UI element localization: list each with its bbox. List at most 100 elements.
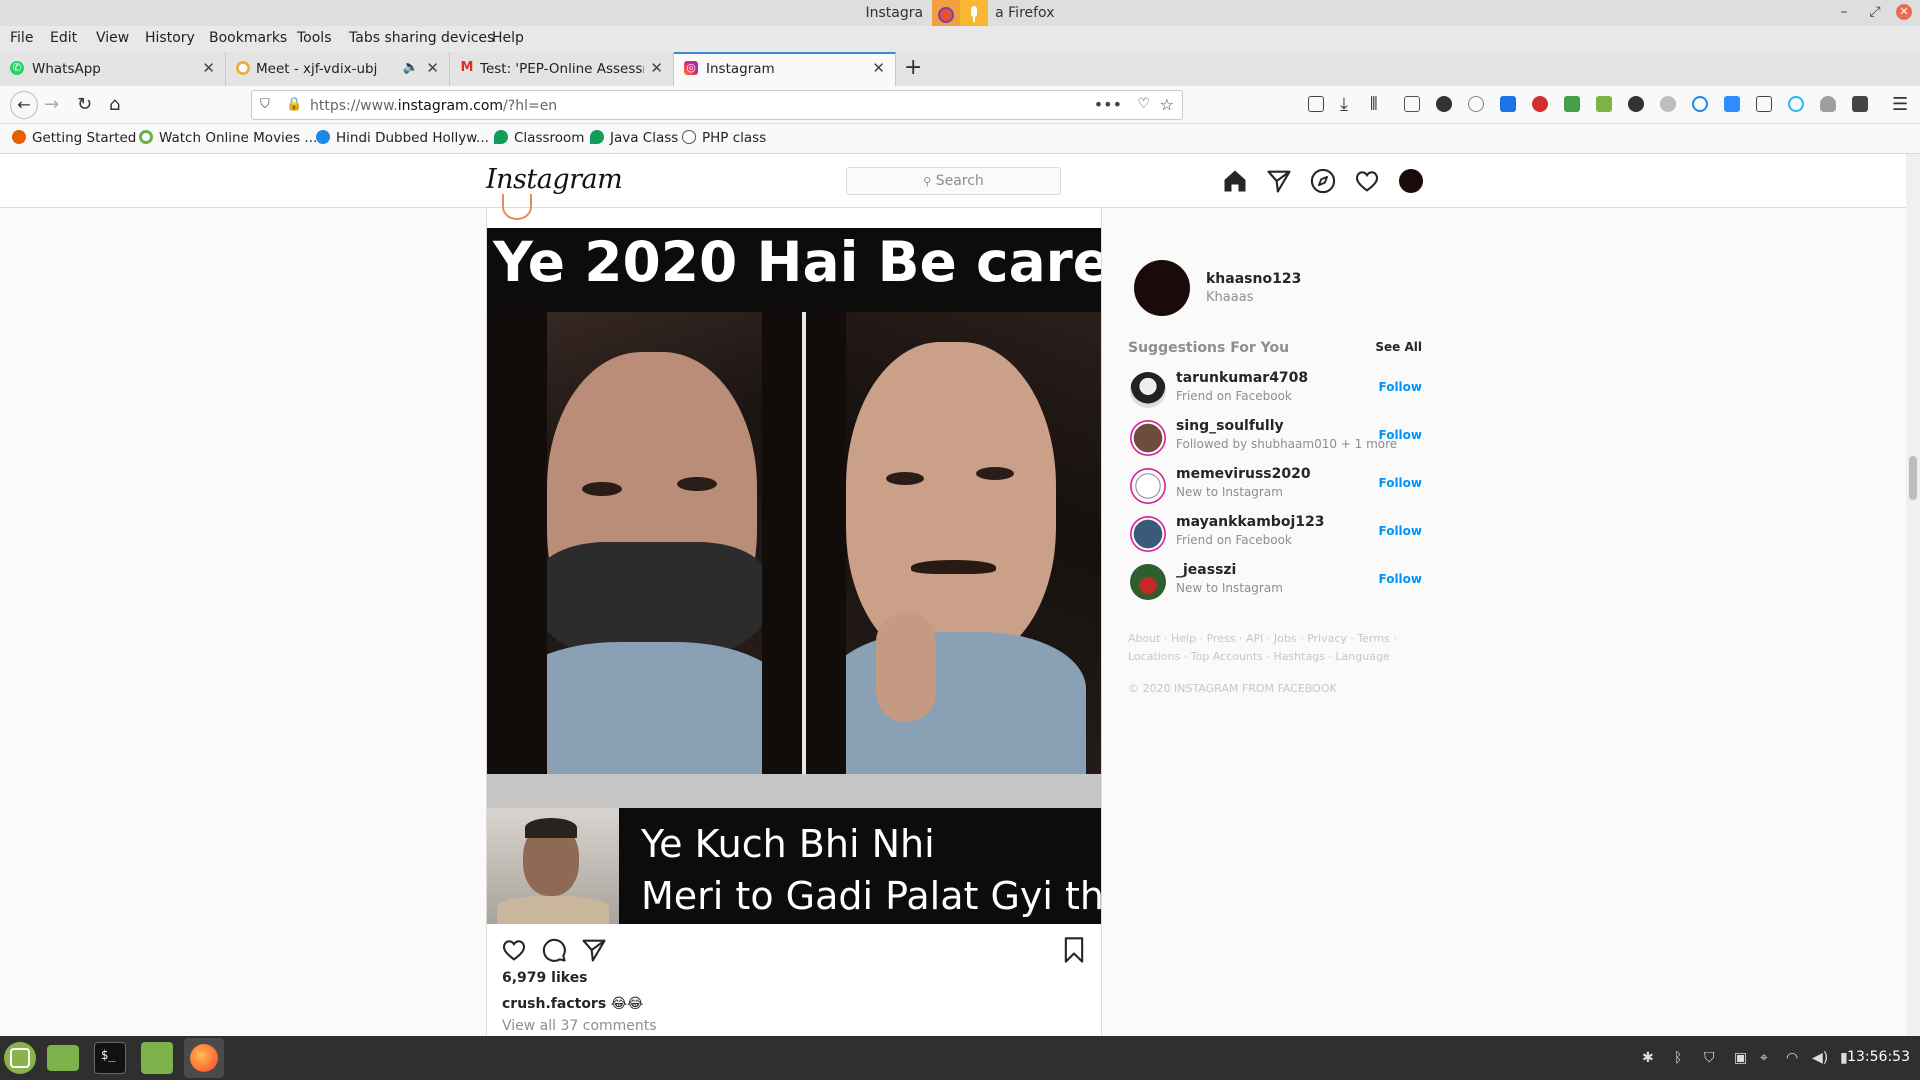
extension-dark-icon[interactable] — [1628, 96, 1644, 112]
bookmark-watch-online-movies[interactable]: Watch Online Movies ... — [139, 130, 317, 146]
close-tab-icon[interactable]: ✕ — [650, 59, 663, 77]
suggestion-username[interactable]: mayankkamboj123 — [1176, 514, 1324, 530]
instagram-logo[interactable]: Instagram — [486, 164, 623, 195]
follow-button[interactable]: Follow — [1378, 524, 1422, 538]
page-scrollbar[interactable] — [1906, 154, 1920, 1036]
menu-tools[interactable]: Tools — [297, 30, 332, 46]
close-window-icon[interactable]: ✕ — [1896, 4, 1912, 20]
post-author-avatar[interactable] — [502, 194, 532, 220]
scrollbar-thumb[interactable] — [1909, 456, 1917, 500]
menu-view[interactable]: View — [96, 30, 129, 46]
suggestion-username[interactable]: sing_soulfully — [1176, 418, 1284, 434]
suggestion-username[interactable]: memeviruss2020 — [1176, 466, 1311, 482]
close-tab-icon[interactable]: ✕ — [202, 59, 215, 77]
extension-1-icon[interactable] — [1436, 96, 1452, 112]
profile-avatar[interactable] — [1134, 260, 1190, 316]
bluetooth-icon[interactable]: ᛒ — [1674, 1050, 1682, 1066]
menu-help[interactable]: Help — [492, 30, 524, 46]
globe-icon[interactable] — [1468, 96, 1484, 112]
post-image[interactable]: Ye 2020 Hai Be careful Ye Kuch Bhi Nhi M… — [487, 228, 1101, 924]
reload-icon[interactable]: ↻ — [77, 94, 92, 115]
url-text[interactable]: https://www.instagram.com/?hl=en — [310, 98, 557, 114]
minimize-icon[interactable]: – — [1835, 4, 1853, 20]
home-nav-icon[interactable] — [1221, 167, 1249, 195]
clipboard-icon[interactable]: ▣ — [1734, 1050, 1747, 1066]
search-input[interactable]: ⚲ Search — [846, 167, 1061, 195]
extension-green-icon[interactable] — [1564, 96, 1580, 112]
menu-tabs-sharing-devices[interactable]: Tabs sharing devices — [349, 30, 494, 46]
extension-window-icon[interactable] — [1756, 96, 1772, 112]
bookmark-star-icon[interactable]: ☆ — [1160, 95, 1174, 114]
bookmark-getting-started[interactable]: Getting Started — [12, 130, 136, 146]
files-icon[interactable] — [141, 1042, 173, 1074]
close-tab-icon[interactable]: ✕ — [872, 59, 885, 77]
profile-username[interactable]: khaasno123 — [1206, 271, 1301, 287]
tracking-shield-icon[interactable]: ⛉ — [260, 97, 270, 112]
tab-instagram[interactable]: ◎ Instagram ✕ — [674, 52, 896, 86]
pocket-icon[interactable]: ♡ — [1137, 96, 1150, 112]
lock-icon[interactable]: 🔒 — [286, 97, 302, 112]
mint-menu-icon[interactable] — [4, 1042, 36, 1074]
location-icon[interactable]: ⌖ — [1760, 1050, 1768, 1066]
share-icon[interactable] — [580, 936, 608, 964]
home-icon[interactable]: ⌂ — [109, 94, 120, 115]
menu-file[interactable]: File — [10, 30, 33, 46]
bookmark-php-class[interactable]: PHP class — [682, 130, 766, 146]
back-icon[interactable]: ← — [10, 91, 38, 119]
suggestion-avatar[interactable] — [1130, 468, 1166, 504]
comment-icon[interactable] — [540, 936, 568, 964]
follow-button[interactable]: Follow — [1378, 572, 1422, 586]
close-tab-icon[interactable]: ✕ — [426, 59, 439, 77]
downloads-icon[interactable]: ⤓ — [1340, 94, 1348, 115]
speaker-icon[interactable]: 🔈 — [403, 60, 419, 75]
zoom-icon[interactable] — [1724, 96, 1740, 112]
follow-button[interactable]: Follow — [1378, 380, 1422, 394]
like-heart-icon[interactable] — [500, 936, 528, 964]
extension-grey-icon[interactable] — [1660, 96, 1676, 112]
page-actions-icon[interactable]: ••• — [1094, 95, 1122, 114]
saved-icon[interactable] — [1308, 96, 1324, 112]
extension-pen-icon[interactable] — [1596, 96, 1612, 112]
suggestion-avatar[interactable] — [1130, 372, 1166, 408]
firefox-taskbar-icon[interactable] — [184, 1038, 224, 1078]
explore-compass-icon[interactable] — [1309, 167, 1337, 195]
activity-heart-icon[interactable] — [1353, 167, 1381, 195]
bookmark-hindi-dubbed[interactable]: Hindi Dubbed Hollyw... — [316, 130, 489, 146]
menu-edit[interactable]: Edit — [50, 30, 77, 46]
extension-circle-icon[interactable] — [1692, 96, 1708, 112]
footer-links[interactable]: Locations · Top Accounts · Hashtags · La… — [1128, 650, 1390, 663]
library-icon[interactable]: ⫴ — [1370, 94, 1378, 115]
bookmark-classroom[interactable]: Classroom — [494, 130, 584, 146]
bookmark-java-class[interactable]: Java Class — [590, 130, 678, 146]
clock[interactable]: 13:56:53 — [1847, 1049, 1910, 1065]
extension-cloud-icon[interactable] — [1820, 96, 1836, 112]
see-all-link[interactable]: See All — [1375, 340, 1422, 354]
follow-button[interactable]: Follow — [1378, 428, 1422, 442]
volume-icon[interactable]: ◀) — [1812, 1050, 1828, 1066]
restore-icon[interactable]: ⤢ — [1866, 4, 1884, 20]
hamburger-menu-icon[interactable]: ☰ — [1892, 94, 1908, 115]
suggestion-avatar[interactable] — [1130, 516, 1166, 552]
suggestion-username[interactable]: _jeasszi — [1176, 562, 1236, 578]
tab-whatsapp[interactable]: ✆ WhatsApp ✕ — [0, 52, 226, 86]
extension-profile-icon[interactable] — [1852, 96, 1868, 112]
suggestion-avatar[interactable] — [1130, 564, 1166, 600]
footer-links[interactable]: About · Help · Press · API · Jobs · Priv… — [1128, 632, 1397, 645]
shield-tray-icon[interactable]: ⛉ — [1704, 1050, 1715, 1066]
caption-username[interactable]: crush.factors — [502, 996, 606, 1012]
url-bar[interactable]: ⛉ 🔒 https://www.instagram.com/?hl=en •••… — [251, 90, 1183, 120]
view-comments-link[interactable]: View all 37 comments — [502, 1018, 657, 1034]
terminal-icon[interactable]: $_ — [94, 1042, 126, 1074]
adblock-icon[interactable] — [1532, 96, 1548, 112]
forward-icon[interactable]: → — [44, 94, 59, 115]
profile-avatar-icon[interactable] — [1399, 169, 1423, 193]
direct-message-icon[interactable] — [1265, 167, 1293, 195]
shield-extension-icon[interactable] — [1500, 96, 1516, 112]
new-tab-icon[interactable]: + — [904, 55, 922, 80]
suggestion-username[interactable]: tarunkumar4708 — [1176, 370, 1308, 386]
wifi-icon[interactable]: ◠ — [1786, 1050, 1798, 1066]
save-bookmark-icon[interactable] — [1060, 936, 1088, 964]
like-count[interactable]: 6,979 likes — [502, 970, 588, 986]
show-desktop-icon[interactable] — [47, 1045, 79, 1071]
tab-test[interactable]: M Test: 'PEP-Online Assessme ✕ — [450, 52, 674, 86]
